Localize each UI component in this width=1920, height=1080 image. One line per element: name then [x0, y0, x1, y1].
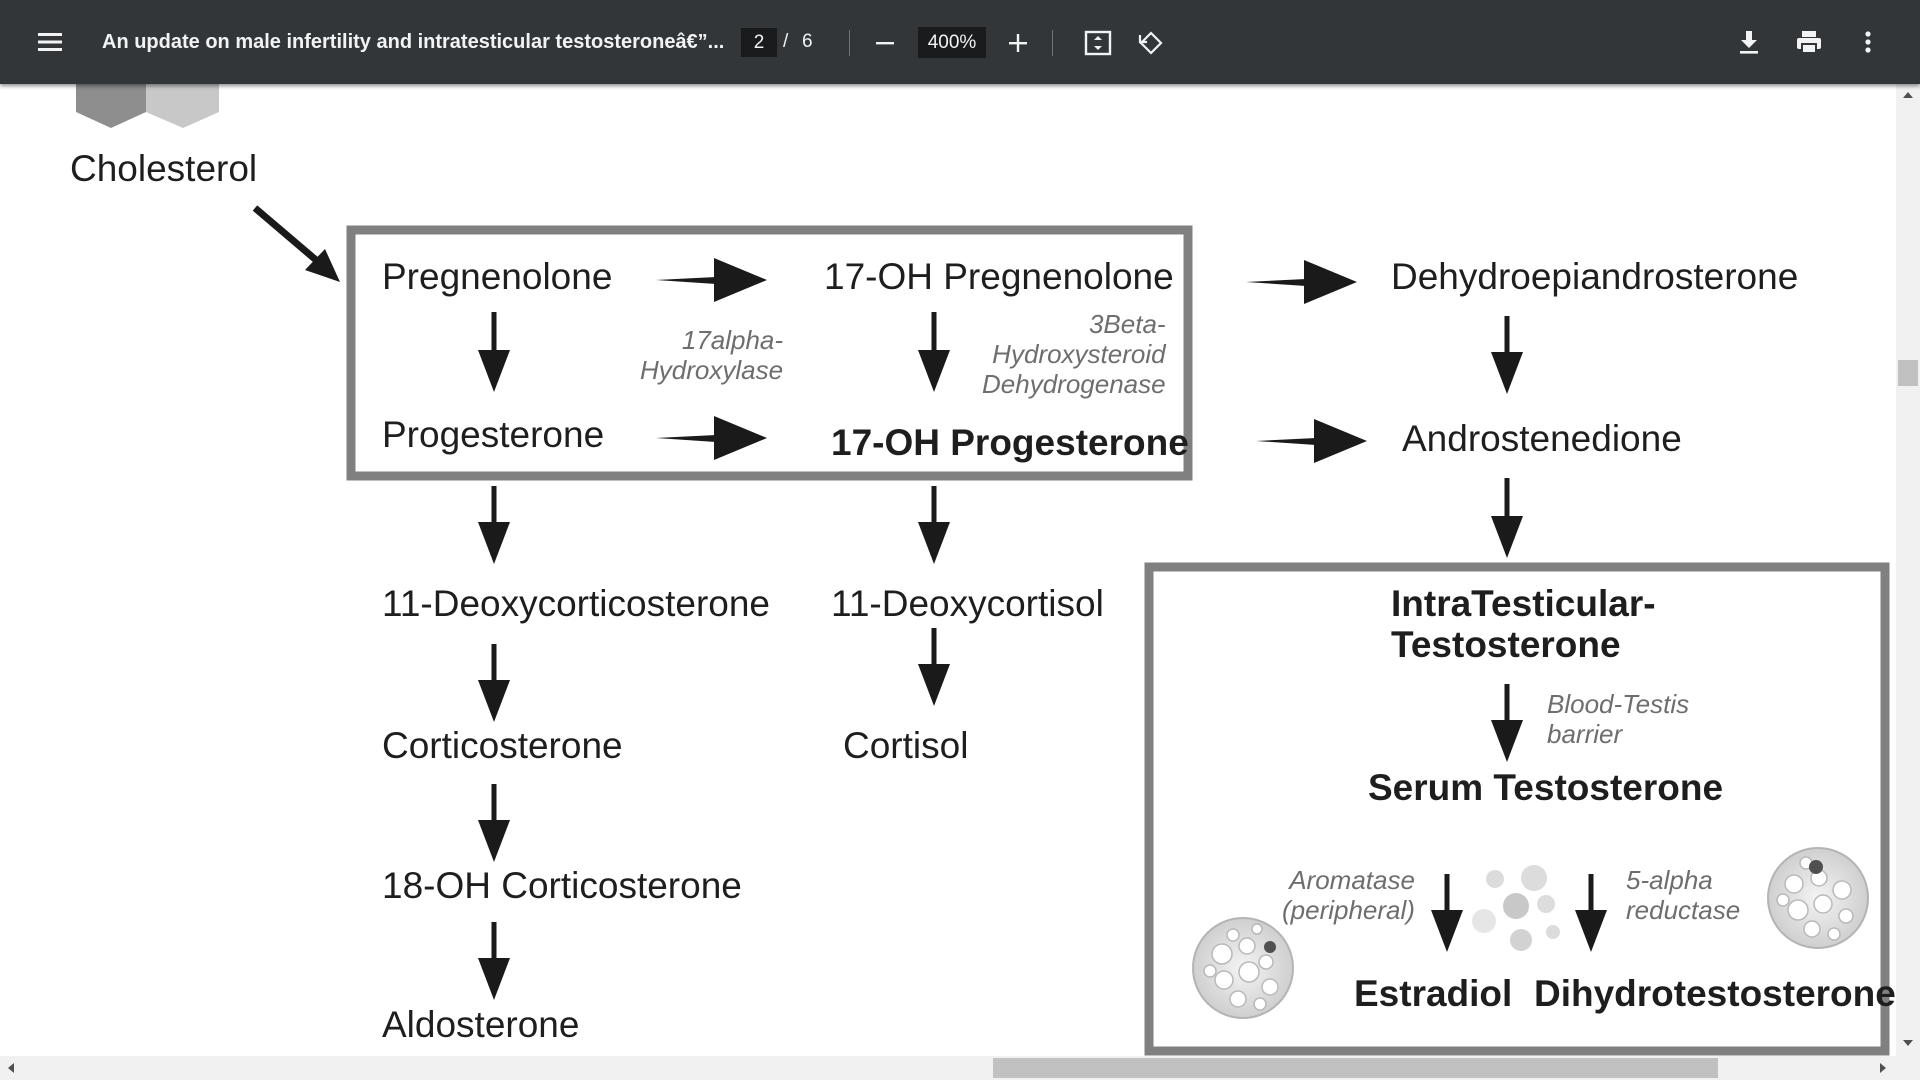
- label-aldosterone: Aldosterone: [382, 1004, 580, 1045]
- arrow-serum-to-estradiol: [1431, 874, 1463, 952]
- pathway-diagram: [76, 84, 1890, 1056]
- print-icon[interactable]: [1792, 26, 1826, 58]
- arrow-progesterone-to-deoxycorticosterone: [478, 486, 510, 564]
- label-dehydroepiandrosterone: Dehydroepiandrosterone: [1391, 256, 1799, 297]
- arrow-androstenedione-to-intratesticular: [1491, 478, 1523, 558]
- label-blood-testis-barrier: Blood-Testis barrier: [1547, 689, 1690, 749]
- label-11-deoxycorticosterone: 11-Deoxycorticosterone: [382, 583, 770, 624]
- arrow-progesterone-to-17oh-progesterone: [656, 416, 767, 460]
- page-total: 6: [802, 31, 813, 52]
- label-pregnenolone: Pregnenolone: [382, 256, 613, 297]
- vertical-scrollbar[interactable]: [1896, 84, 1920, 1056]
- label-corticosterone: Corticosterone: [382, 725, 623, 766]
- arrow-corticosterone-to-18oh: [478, 784, 510, 862]
- cholesterol-molecule-icon: [76, 84, 219, 128]
- arrow-pregnenolone-to-17oh-pregnenolone: [656, 258, 767, 302]
- label-estradiol: Estradiol: [1354, 973, 1513, 1014]
- label-enzyme-3beta-hsd: 3Beta- Hydroxysteroid Dehydrogenase: [982, 309, 1166, 399]
- cell-illustration-right: [1767, 847, 1869, 949]
- arrow-cholesterol-to-pregnenolone: [252, 205, 340, 282]
- label-intratesticular-line2: Testosterone: [1391, 624, 1621, 665]
- arrow-intratesticular-to-serum: [1491, 684, 1523, 762]
- label-17oh-progesterone: 17-OH Progesterone: [831, 422, 1189, 463]
- vertical-scrollbar-thumb[interactable]: [1898, 360, 1918, 386]
- label-aromatase: Aromatase (peripheral): [1282, 865, 1415, 925]
- arrow-18oh-to-aldosterone: [478, 922, 510, 1000]
- document-title: An update on male infertility and intrat…: [102, 31, 725, 53]
- label-intratesticular-line1: IntraTesticular-: [1391, 583, 1656, 624]
- label-cholesterol: Cholesterol: [70, 148, 258, 189]
- scroll-right-arrow-icon[interactable]: [1876, 1060, 1890, 1076]
- arrow-17oh-pregnenolone-to-17oh-progesterone: [918, 312, 950, 392]
- horizontal-scrollbar-thumb[interactable]: [993, 1058, 1718, 1078]
- label-cortisol: Cortisol: [843, 725, 969, 766]
- page-number-input[interactable]: 2: [741, 28, 777, 57]
- label-5alpha-reductase: 5-alpha reductase: [1626, 865, 1741, 925]
- plus-icon[interactable]: [1003, 28, 1033, 58]
- pdf-page-viewport[interactable]: Cholesterol Pregnenolone 17-OH Pregnenol…: [0, 84, 1896, 1056]
- label-androstenedione: Androstenedione: [1402, 418, 1682, 459]
- scroll-down-arrow-icon[interactable]: [1900, 1036, 1916, 1050]
- label-11-deoxycortisol: 11-Deoxycortisol: [831, 583, 1104, 624]
- label-17oh-pregnenolone: 17-OH Pregnenolone: [824, 256, 1174, 297]
- rotate-icon[interactable]: [1134, 26, 1168, 60]
- label-18oh-corticosterone: 18-OH Corticosterone: [382, 865, 742, 906]
- cell-illustration-left: [1192, 917, 1294, 1019]
- zoom-level-input[interactable]: 400%: [918, 27, 986, 58]
- label-enzyme-17alpha-hydroxylase: 17alpha- Hydroxylase: [640, 325, 784, 385]
- arrow-serum-to-dht: [1575, 874, 1607, 952]
- molecule-dots-decoration: [1472, 865, 1560, 951]
- arrow-deoxycortisol-to-cortisol: [918, 628, 950, 706]
- arrow-17oh-pregnenolone-to-dhea: [1246, 260, 1357, 304]
- arrow-deoxycorticosterone-to-corticosterone: [478, 644, 510, 722]
- arrow-17oh-progesterone-to-deoxycortisol: [918, 486, 950, 564]
- scroll-up-arrow-icon[interactable]: [1900, 88, 1916, 102]
- arrow-17oh-progesterone-to-androstenedione: [1256, 419, 1367, 463]
- label-dihydrotestosterone: Dihydrotestosterone: [1534, 973, 1896, 1014]
- download-icon[interactable]: [1733, 26, 1765, 58]
- toolbar-divider: [1052, 30, 1053, 56]
- label-progesterone: Progesterone: [382, 414, 605, 455]
- arrow-pregnenolone-to-progesterone: [478, 312, 510, 392]
- toolbar-divider: [849, 30, 850, 56]
- scroll-left-arrow-icon[interactable]: [4, 1060, 18, 1076]
- fit-to-page-icon[interactable]: [1081, 27, 1115, 59]
- pdf-toolbar: An update on male infertility and intrat…: [0, 0, 1920, 84]
- minus-icon[interactable]: [870, 28, 900, 58]
- arrow-dhea-to-androstenedione: [1491, 316, 1523, 394]
- label-serum-testosterone: Serum Testosterone: [1368, 767, 1724, 808]
- page-separator: /: [783, 31, 789, 52]
- hamburger-menu-icon[interactable]: [34, 26, 66, 58]
- more-vertical-icon[interactable]: [1853, 26, 1883, 58]
